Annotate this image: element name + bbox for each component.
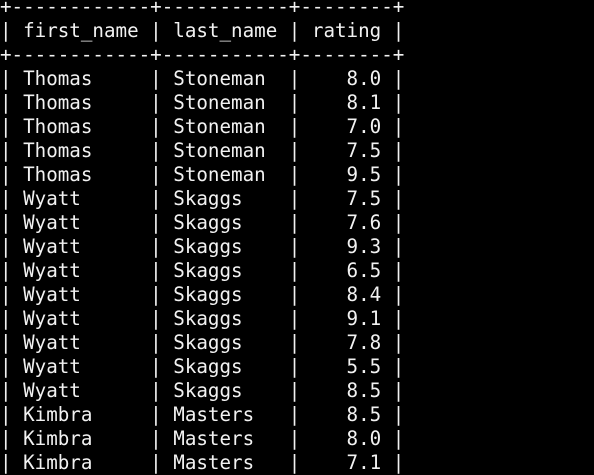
- table-row: | Thomas | Stoneman | 8.1 |: [0, 91, 405, 114]
- table-row: | Wyatt | Skaggs | 7.8 |: [0, 331, 405, 354]
- table-row: | Kimbra | Masters | 8.5 |: [0, 403, 405, 426]
- table-row: | Wyatt | Skaggs | 8.5 |: [0, 379, 405, 402]
- table-row: | Thomas | Stoneman | 9.5 |: [0, 163, 405, 186]
- table-row: | Kimbra | Masters | 8.0 |: [0, 427, 405, 450]
- table-row: | Wyatt | Skaggs | 7.5 |: [0, 187, 405, 210]
- table-row: | Wyatt | Skaggs | 9.1 |: [0, 307, 405, 330]
- table-row: | Thomas | Stoneman | 7.0 |: [0, 115, 405, 138]
- table-row: | Thomas | Stoneman | 8.0 |: [0, 67, 405, 90]
- table-row: | Wyatt | Skaggs | 7.6 |: [0, 211, 405, 234]
- table-row: | Wyatt | Skaggs | 8.4 |: [0, 283, 405, 306]
- table-row: | Thomas | Stoneman | 7.5 |: [0, 139, 405, 162]
- table-row: | Kimbra | Masters | 7.1 |: [0, 451, 405, 474]
- table-header-divider: +------------+-----------+--------+: [0, 43, 405, 66]
- table-border-top: +------------+-----------+--------+: [0, 0, 405, 18]
- terminal-output: +------------+-----------+--------+ | fir…: [0, 0, 404, 475]
- table-row: | Wyatt | Skaggs | 9.3 |: [0, 235, 405, 258]
- table-row: | Wyatt | Skaggs | 6.5 |: [0, 259, 405, 282]
- table-header-row: | first_name | last_name | rating |: [0, 19, 405, 42]
- table-row: | Wyatt | Skaggs | 5.5 |: [0, 355, 405, 378]
